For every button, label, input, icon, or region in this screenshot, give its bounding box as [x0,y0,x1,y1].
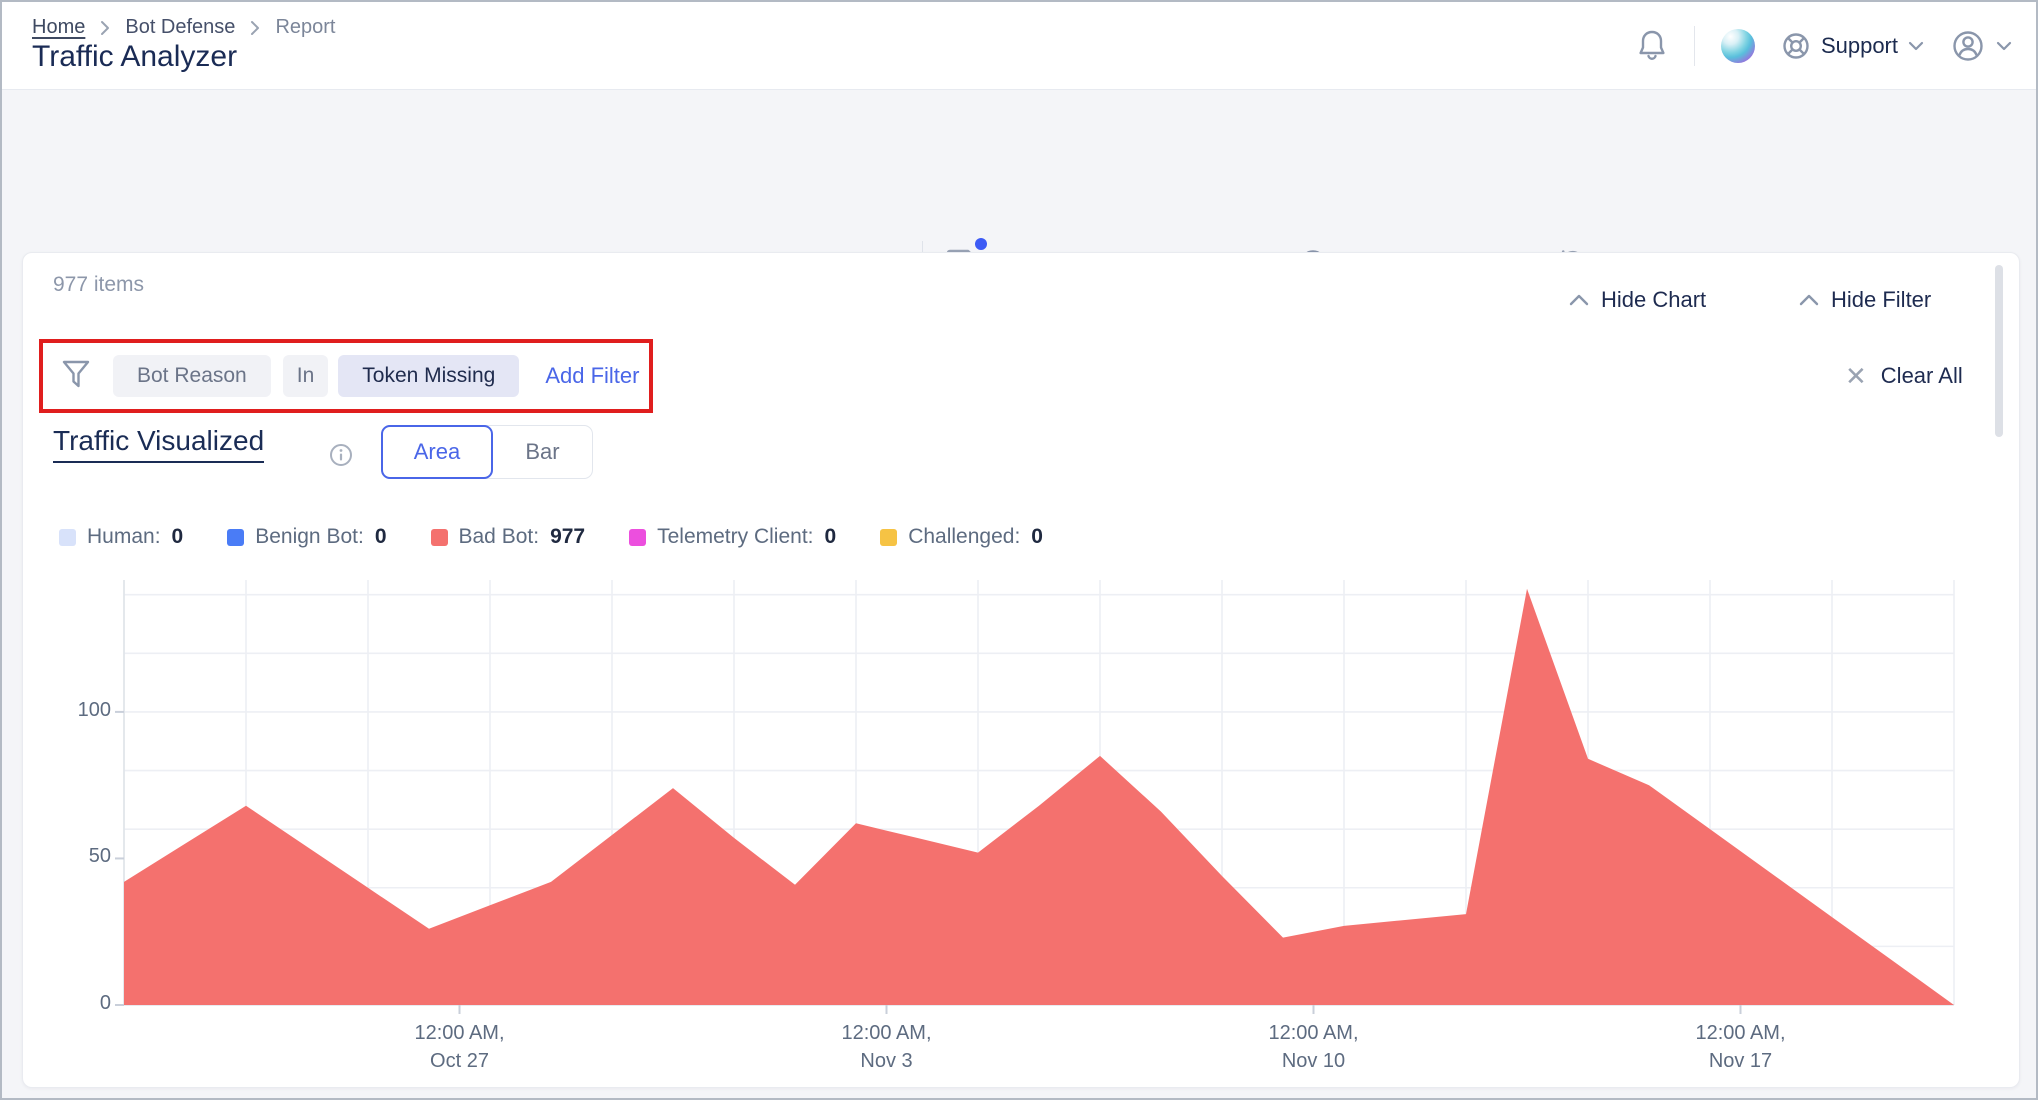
chart-legend: Human: 0Benign Bot: 0Bad Bot: 977Telemet… [59,525,1043,549]
legend-label: Benign Bot: [255,525,364,549]
chevron-down-icon [1996,41,2012,51]
user-icon [1950,28,1986,64]
hide-chart-label: Hide Chart [1601,287,1706,313]
legend-label: Telemetry Client: [657,525,813,549]
legend-value: 0 [825,525,837,549]
toolbar: Saved Filters Region: US [2,91,2036,252]
breadcrumb: Home Bot Defense Report [32,16,335,39]
legend-label: Human: [87,525,161,549]
area-series-bad-bot [124,589,1954,1005]
page-title: Traffic Analyzer [32,40,237,74]
close-icon: ✕ [1845,363,1867,389]
y-tick-label: 100 [59,699,111,722]
traffic-area-chart [124,580,1954,1020]
scrollbar-thumb[interactable] [1995,265,2003,437]
account-menu[interactable] [1950,28,2012,64]
legend-value: 977 [550,525,585,549]
chevron-right-icon [249,20,261,36]
legend-item[interactable]: Challenged: 0 [880,525,1043,549]
report-card: 977 items Hide Chart Hide Filter Bot Rea… [22,252,2020,1088]
toggle-bar-button[interactable]: Bar [493,426,592,478]
legend-swatch [59,529,76,546]
hide-chart-button[interactable]: Hide Chart [1569,287,1706,313]
header: Home Bot Defense Report Traffic Analyzer [2,2,2036,90]
legend-item[interactable]: Bad Bot: 977 [431,525,586,549]
legend-item[interactable]: Telemetry Client: 0 [629,525,836,549]
lifebuoy-icon [1781,31,1811,61]
breadcrumb-home[interactable]: Home [32,16,85,39]
legend-swatch [880,529,897,546]
unsaved-changes-dot [975,238,987,250]
chevron-down-icon [1908,41,1924,51]
funnel-icon [61,358,91,394]
x-tick-label: 12:00 AM,Nov 10 [1224,1019,1404,1075]
notifications-button[interactable] [1636,28,1668,64]
hide-filter-label: Hide Filter [1831,287,1931,313]
chevron-up-icon [1569,294,1589,306]
chevron-right-icon [99,20,111,36]
y-tick-label: 0 [59,992,111,1015]
legend-label: Bad Bot: [459,525,540,549]
legend-value: 0 [375,525,387,549]
breadcrumb-bot-defense[interactable]: Bot Defense [125,16,235,39]
y-tick-label: 50 [59,845,111,868]
legend-label: Challenged: [908,525,1020,549]
info-icon [329,443,353,467]
add-filter-button[interactable]: Add Filter [545,363,639,389]
x-tick-label: 12:00 AM,Nov 3 [797,1019,977,1075]
legend-value: 0 [1031,525,1043,549]
items-count: 977 items [53,273,144,297]
legend-swatch [227,529,244,546]
breadcrumb-report: Report [275,16,335,39]
support-menu[interactable]: Support [1781,31,1924,61]
filter-operator-chip[interactable]: In [283,355,329,397]
header-divider [1694,26,1695,66]
header-actions: Support [1636,2,2012,90]
x-tick-label: 12:00 AM,Nov 17 [1651,1019,1831,1075]
avatar[interactable] [1721,29,1755,63]
filter-field-chip[interactable]: Bot Reason [113,355,271,397]
filter-value-chip[interactable]: Token Missing [338,355,519,397]
clear-all-button[interactable]: ✕ Clear All [1845,339,1963,413]
x-tick-label: 12:00 AM,Oct 27 [370,1019,550,1075]
legend-item[interactable]: Human: 0 [59,525,183,549]
chart-type-toggle: Area Bar [381,425,593,479]
support-label: Support [1821,33,1898,59]
bell-icon [1636,28,1668,64]
legend-swatch [431,529,448,546]
toggle-area-button[interactable]: Area [381,425,493,479]
traffic-analyzer-page: Home Bot Defense Report Traffic Analyzer [0,0,2038,1100]
filter-row: Bot Reason In Token Missing Add Filter [39,339,639,413]
section-title[interactable]: Traffic Visualized [53,425,264,463]
info-button[interactable] [329,443,353,467]
legend-item[interactable]: Benign Bot: 0 [227,525,386,549]
legend-value: 0 [172,525,184,549]
hide-filter-button[interactable]: Hide Filter [1799,287,1931,313]
clear-all-label: Clear All [1881,363,1963,389]
legend-swatch [629,529,646,546]
chevron-up-icon [1799,294,1819,306]
